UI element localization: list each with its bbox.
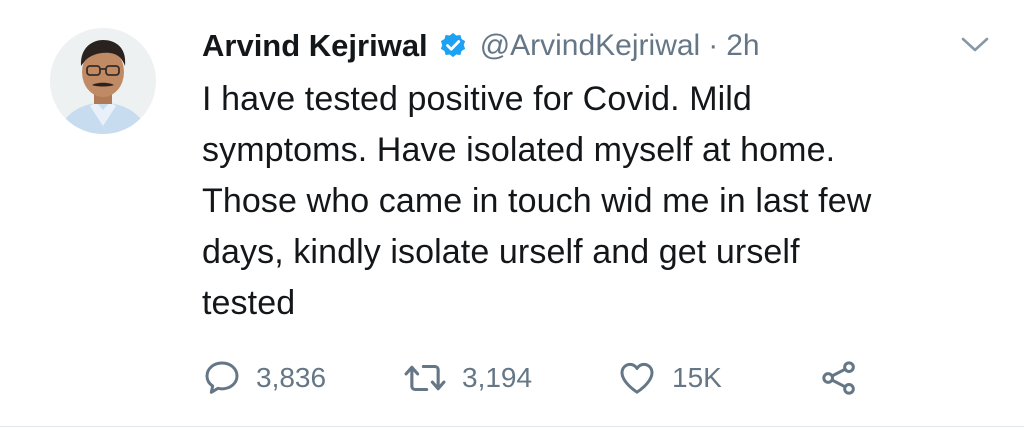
author-name[interactable]: Arvind Kejriwal <box>202 28 428 64</box>
reply-button[interactable]: 3,836 <box>202 354 326 402</box>
tweet-text-line: I have tested positive for Covid. Mild <box>202 80 752 118</box>
reply-bubble-icon <box>202 358 242 398</box>
heart-icon <box>616 358 658 398</box>
verified-badge-icon <box>438 31 468 61</box>
tweet-text-line: tested <box>202 284 296 322</box>
like-count: 15K <box>672 362 722 393</box>
share-button[interactable] <box>818 354 860 402</box>
tweet-actions: 3,836 3,194 15K <box>202 354 922 402</box>
avatar-image <box>50 28 156 134</box>
divider <box>0 426 1024 427</box>
share-icon <box>818 358 860 398</box>
tweet-header: Arvind Kejriwal @ArvindKejriwal · 2h <box>202 24 760 68</box>
retweet-icon <box>402 358 448 398</box>
separator-dot: · <box>708 29 719 62</box>
retweet-button[interactable]: 3,194 <box>402 354 532 402</box>
chevron-down-icon[interactable] <box>957 30 993 60</box>
author-handle[interactable]: @ArvindKejriwal <box>480 29 701 63</box>
tweet-text-line: days, kindly isolate urself and get urse… <box>202 233 800 271</box>
retweet-count: 3,194 <box>462 362 533 393</box>
reply-count: 3,836 <box>256 362 327 393</box>
timestamp[interactable]: 2h <box>726 29 759 63</box>
tweet-text-line: Those who came in touch wid me in last f… <box>202 182 872 220</box>
tweet-card[interactable]: Arvind Kejriwal @ArvindKejriwal · 2h I h… <box>0 0 1024 430</box>
avatar[interactable] <box>50 28 156 134</box>
like-button[interactable]: 15K <box>616 354 722 402</box>
tweet-text: I have tested positive for Covid. Mild s… <box>202 74 992 329</box>
tweet-text-line: symptoms. Have isolated myself at home. <box>202 131 836 169</box>
